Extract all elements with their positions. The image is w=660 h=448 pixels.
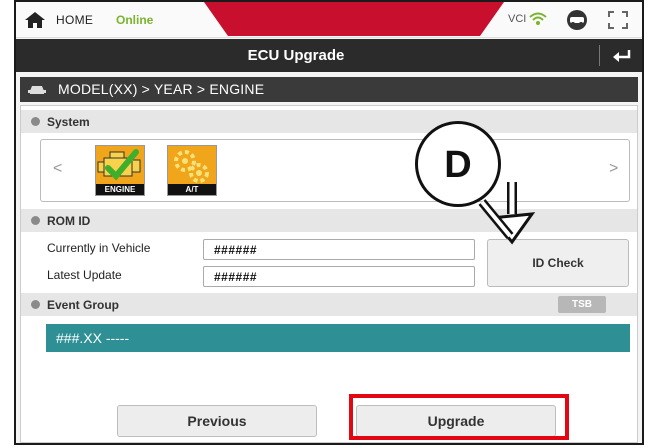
system-carousel: < ENGINE A/T >	[40, 139, 630, 202]
home-icon[interactable]	[24, 11, 46, 29]
fullscreen-icon[interactable]	[608, 11, 628, 29]
tsb-button[interactable]: TSB	[558, 296, 606, 313]
system-tile-at[interactable]: A/T	[167, 145, 217, 196]
current-vehicle-field: ######	[203, 239, 475, 260]
system-tile-label: A/T	[168, 184, 216, 195]
event-item-text: ###.XX -----	[56, 330, 130, 346]
title-divider	[599, 45, 600, 66]
back-arrow-icon[interactable]	[611, 48, 631, 64]
vci-label: VCI	[508, 13, 527, 25]
status-bar: HOME Online VCI	[16, 2, 642, 38]
vehicle-icon[interactable]	[564, 8, 590, 32]
online-status: Online	[116, 13, 154, 27]
app-window: HOME Online VCI ECU Upgrade MODEL(XX) > …	[14, 0, 644, 445]
rom-id-label: ROM ID	[47, 214, 91, 228]
event-group-header: Event Group TSB	[21, 293, 637, 316]
engine-check-icon	[97, 149, 141, 181]
system-tile-label: ENGINE	[96, 184, 144, 195]
event-group-label: Event Group	[47, 298, 120, 312]
previous-button[interactable]: Previous	[117, 405, 317, 437]
system-tile-engine[interactable]: ENGINE	[95, 145, 145, 196]
breadcrumb-path: MODEL(XX) > YEAR > ENGINE	[58, 81, 265, 97]
brand-ribbon	[204, 2, 504, 36]
chevron-right-icon[interactable]: >	[609, 160, 618, 178]
home-label[interactable]: HOME	[56, 13, 93, 27]
event-list-item[interactable]: ###.XX -----	[46, 324, 630, 352]
upgrade-highlight-outline	[349, 394, 569, 440]
rom-id-header: ROM ID	[21, 209, 637, 232]
current-vehicle-label: Currently in Vehicle	[47, 241, 151, 255]
bullet-dot	[31, 216, 40, 225]
gears-icon	[174, 150, 209, 183]
title-bar: ECU Upgrade	[16, 39, 642, 72]
latest-update-field: ######	[203, 266, 475, 287]
latest-update-label: Latest Update	[47, 268, 122, 282]
ecu-panel: System < ENGINE A/T > ROM ID Currently i…	[20, 105, 638, 443]
system-header: System	[21, 110, 637, 133]
car-icon	[28, 86, 46, 94]
bullet-dot	[31, 300, 40, 309]
latest-update-value: ######	[214, 270, 258, 284]
wifi-icon	[529, 12, 547, 25]
page-title: ECU Upgrade	[247, 47, 345, 64]
callout-arrow-icon	[478, 182, 536, 245]
system-label: System	[47, 115, 90, 129]
chevron-left-icon[interactable]: <	[53, 160, 62, 178]
bullet-dot	[31, 117, 40, 126]
breadcrumb: MODEL(XX) > YEAR > ENGINE	[20, 77, 638, 102]
current-vehicle-value: ######	[214, 243, 258, 257]
